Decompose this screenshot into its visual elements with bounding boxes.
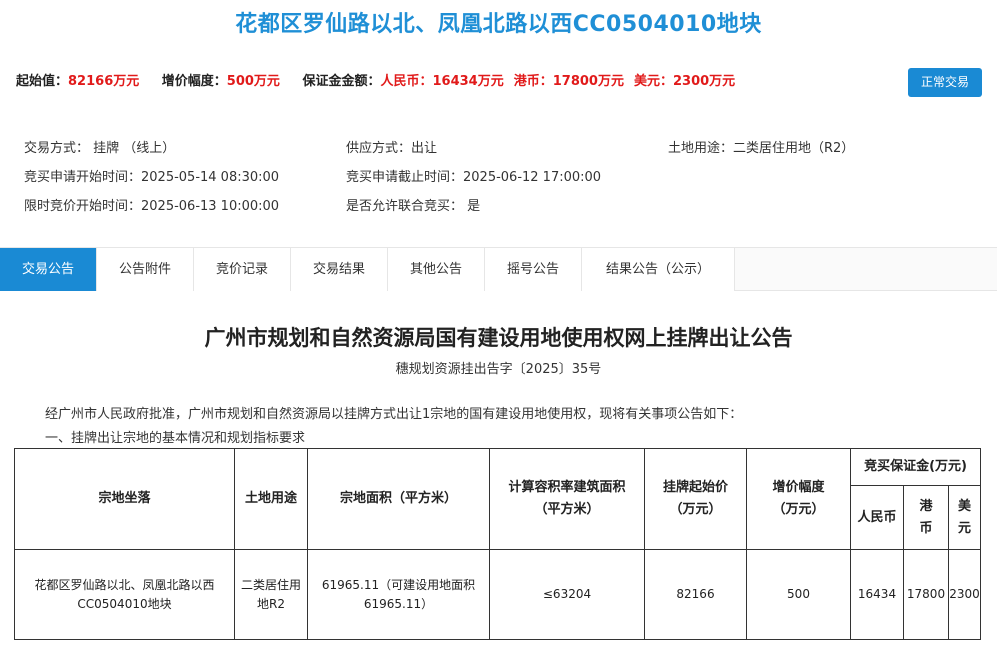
plot-info-table: 宗地坐落 土地用途 宗地面积（平方米） 计算容积率建筑面积（平方米） 挂牌起始价… bbox=[14, 448, 982, 640]
notice-section-1: 一、挂牌出让宗地的基本情况和规划指标要求 bbox=[45, 431, 306, 446]
start-price-label: 起始值： bbox=[16, 74, 69, 89]
header-far-area: 计算容积率建筑面积（平方米） bbox=[489, 448, 645, 550]
step-price-value: 500万元 bbox=[226, 74, 280, 89]
deposit-label: 保证金金额： bbox=[302, 74, 381, 89]
deposit-rmb-value: 16434万元 bbox=[432, 74, 504, 89]
status-button[interactable]: 正常交易 bbox=[908, 68, 982, 97]
cell-location: 花都区罗仙路以北、凤凰北路以西CC0504010地块 bbox=[14, 549, 235, 640]
land-use: 土地用途：二类居住用地（R2） bbox=[668, 141, 855, 156]
tab-bid-records[interactable]: 竞价记录 bbox=[194, 248, 291, 291]
notice-doc-number: 穗规划资源挂出告字〔2025〕35号 bbox=[395, 362, 602, 377]
notice-title: 广州市规划和自然资源局国有建设用地使用权网上挂牌出让公告 bbox=[204, 325, 793, 350]
header-deposit: 竞买保证金(万元) bbox=[849, 448, 982, 486]
apply-end-time: 竞买申请截止时间：2025-06-12 17:00:00 bbox=[346, 170, 602, 185]
deposit-usd-label: 美元： bbox=[633, 74, 673, 89]
header-rmb: 人民币 bbox=[850, 485, 904, 550]
apply-start-time: 竞买申请开始时间：2025-05-14 08:30:00 bbox=[24, 170, 280, 185]
cell-far-area: ≤63204 bbox=[489, 549, 645, 640]
cell-usd: 2300 bbox=[947, 549, 982, 640]
joint-bid-allowed: 是否允许联合竞买： 是 bbox=[346, 199, 481, 214]
tab-result-publicity[interactable]: 结果公告（公示） bbox=[582, 248, 735, 291]
deposit-rmb-label: 人民币： bbox=[380, 74, 433, 89]
start-price: 起始值：82166万元 bbox=[16, 74, 139, 89]
tab-other-notices[interactable]: 其他公告 bbox=[388, 248, 485, 291]
trade-method: 交易方式： 挂牌 （线上） bbox=[24, 141, 176, 156]
cell-start-price: 82166 bbox=[644, 549, 747, 640]
deposit-usd: 美元：2300万元 bbox=[634, 74, 735, 89]
header-hkd: 港币 bbox=[903, 485, 949, 550]
bid-start-time: 限时竞价开始时间：2025-06-13 10:00:00 bbox=[24, 199, 280, 214]
header-usd: 美元 bbox=[947, 485, 982, 550]
start-price-value: 82166万元 bbox=[68, 74, 140, 89]
cell-rmb: 16434 bbox=[850, 549, 904, 640]
supply-method: 供应方式：出让 bbox=[346, 141, 438, 156]
tab-notice-attachments[interactable]: 公告附件 bbox=[97, 248, 194, 291]
tab-trade-results[interactable]: 交易结果 bbox=[291, 248, 388, 291]
deposit-hkd-label: 港币： bbox=[513, 74, 553, 89]
deposit-hkd: 港币：17800万元 bbox=[514, 74, 624, 89]
deposit-hkd-value: 17800万元 bbox=[552, 74, 624, 89]
step-price-label: 增价幅度： bbox=[161, 74, 227, 89]
plot-title: 花都区罗仙路以北、凤凰北路以西CC0504010地块 bbox=[235, 12, 762, 37]
header-start-price: 挂牌起始价（万元） bbox=[644, 448, 747, 550]
step-price: 增价幅度：500万元 bbox=[162, 74, 280, 89]
notice-intro: 经广州市人民政府批准，广州市规划和自然资源局以挂牌方式出让1宗地的国有建设用地使… bbox=[45, 407, 743, 422]
header-step: 增价幅度（万元） bbox=[746, 448, 851, 550]
tab-bar: 交易公告 公告附件 竞价记录 交易结果 其他公告 摇号公告 结果公告（公示） bbox=[0, 247, 997, 291]
header-land-use: 土地用途 bbox=[234, 448, 308, 550]
header-area: 宗地面积（平方米） bbox=[307, 448, 490, 550]
header-location: 宗地坐落 bbox=[14, 448, 235, 550]
cell-area: 61965.11（可建设用地面积61965.11） bbox=[307, 549, 490, 640]
cell-land-use: 二类居住用地R2 bbox=[234, 549, 308, 640]
deposit-usd-value: 2300万元 bbox=[673, 74, 736, 89]
price-summary-bar: 起始值：82166万元 增价幅度：500万元 保证金金额：人民币：16434万元… bbox=[16, 70, 735, 89]
tab-trade-notice[interactable]: 交易公告 bbox=[0, 248, 97, 291]
tab-lottery-notice[interactable]: 摇号公告 bbox=[485, 248, 582, 291]
deposit-rmb: 人民币：16434万元 bbox=[380, 74, 503, 89]
table-row: 花都区罗仙路以北、凤凰北路以西CC0504010地块 二类居住用地R2 6196… bbox=[14, 549, 982, 640]
cell-step: 500 bbox=[746, 549, 851, 640]
cell-hkd: 17800 bbox=[903, 549, 949, 640]
